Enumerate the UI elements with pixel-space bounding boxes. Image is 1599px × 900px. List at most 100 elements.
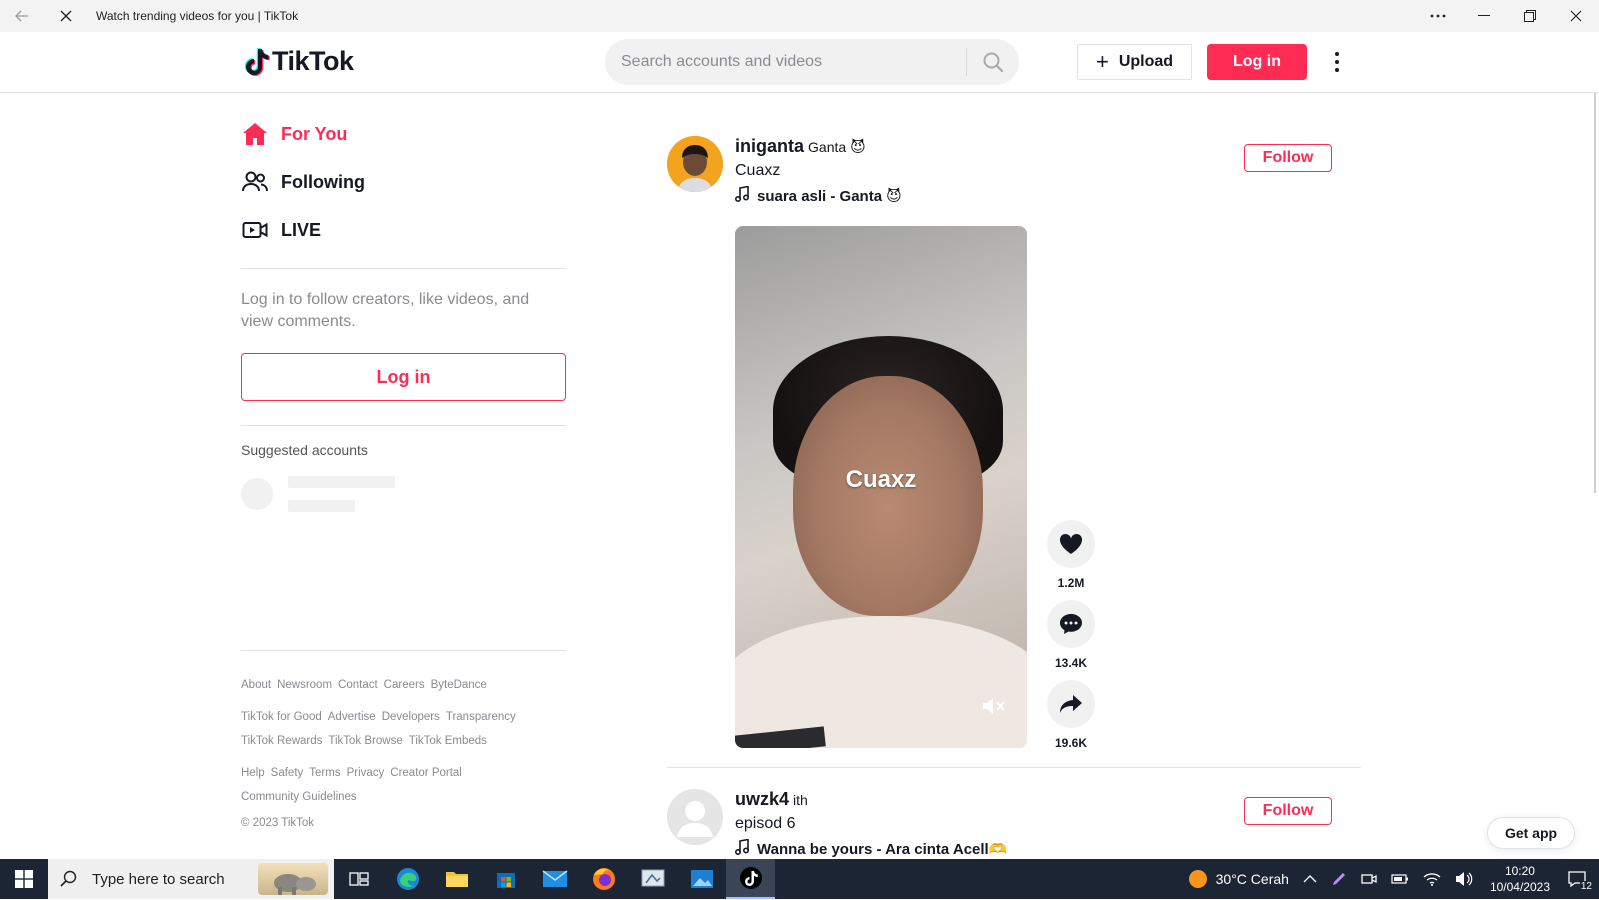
header-login-button[interactable]: Log in bbox=[1207, 44, 1307, 80]
footer-link[interactable]: Terms bbox=[309, 761, 340, 785]
search-input[interactable]: Search accounts and videos bbox=[605, 53, 966, 71]
footer-link[interactable]: Community Guidelines bbox=[241, 785, 357, 809]
clock-date: 10/04/2023 bbox=[1489, 880, 1550, 894]
footer-link[interactable]: About bbox=[241, 673, 271, 697]
close-button[interactable] bbox=[1553, 0, 1599, 32]
task-view-icon[interactable] bbox=[334, 859, 383, 899]
logo-wordmark: TikTok bbox=[272, 46, 354, 76]
sidebar-divider bbox=[241, 425, 566, 426]
footer-link[interactable]: TikTok Browse bbox=[328, 729, 402, 753]
post-caption: Cuaxz bbox=[735, 162, 781, 179]
restore-button[interactable] bbox=[1507, 0, 1553, 32]
footer-link[interactable]: Creator Portal bbox=[390, 761, 462, 785]
comment-button[interactable] bbox=[1047, 600, 1095, 648]
post-music-link[interactable]: Wanna be yours - Ara cinta Acell🫶 bbox=[734, 838, 1007, 859]
avatar[interactable] bbox=[667, 136, 723, 192]
more-menu-icon[interactable] bbox=[1325, 48, 1349, 76]
weather-widget[interactable]: 30°C Cerah bbox=[1188, 869, 1289, 889]
like-count: 1.2M bbox=[1057, 576, 1085, 590]
post-nickname[interactable]: ith bbox=[793, 792, 808, 808]
tiktok-logo[interactable]: TikTok bbox=[244, 46, 354, 77]
edge-browser-icon[interactable] bbox=[383, 859, 432, 899]
share-action: 19.6K bbox=[1047, 680, 1095, 750]
suggested-accounts-title: Suggested accounts bbox=[241, 442, 368, 458]
notification-center-icon[interactable]: 12 bbox=[1567, 870, 1593, 892]
windows-taskbar: Type here to search 30°C Cerah 10:20 10/… bbox=[0, 859, 1599, 899]
video-actions: 1.2M 13.4K 19.6K bbox=[1047, 520, 1095, 760]
footer-link[interactable]: TikTok Rewards bbox=[241, 729, 322, 753]
upload-button[interactable]: + Upload bbox=[1077, 44, 1192, 80]
page-scrollbar[interactable] bbox=[1594, 93, 1596, 493]
chevron-up-icon bbox=[1303, 875, 1317, 883]
nav-live-label: LIVE bbox=[281, 219, 322, 240]
photos-icon[interactable] bbox=[677, 859, 726, 899]
share-button[interactable] bbox=[1047, 680, 1095, 728]
window-titlebar: Watch trending videos for you | TikTok bbox=[0, 0, 1599, 32]
footer-links-row: About Newsroom Contact Careers ByteDance bbox=[241, 673, 566, 697]
sidebar-login-button[interactable]: Log in bbox=[241, 353, 566, 401]
footer-link[interactable]: Privacy bbox=[347, 761, 385, 785]
nav-live[interactable]: LIVE bbox=[241, 206, 566, 254]
footer-links-row: Community Guidelines bbox=[241, 785, 566, 809]
more-options-icon[interactable] bbox=[1415, 0, 1461, 32]
notification-count: 12 bbox=[1579, 881, 1593, 892]
search-icon bbox=[60, 870, 77, 887]
post-music-link[interactable]: suara asli - Ganta 😈 bbox=[734, 185, 902, 206]
video-player[interactable]: Cuaxz bbox=[735, 226, 1027, 748]
footer-link[interactable]: TikTok for Good bbox=[241, 705, 322, 729]
like-button[interactable] bbox=[1047, 520, 1095, 568]
file-explorer-icon[interactable] bbox=[432, 859, 481, 899]
post-username[interactable]: uwzk4 bbox=[735, 789, 789, 810]
footer-link[interactable]: Transparency bbox=[446, 705, 516, 729]
nav-for-you[interactable]: For You bbox=[241, 110, 566, 158]
plus-icon: + bbox=[1095, 49, 1109, 74]
microsoft-store-icon[interactable] bbox=[481, 859, 530, 899]
live-icon bbox=[241, 216, 269, 244]
pen-icon[interactable] bbox=[1331, 871, 1347, 887]
footer-link[interactable]: Careers bbox=[384, 673, 425, 697]
taskbar-search[interactable]: Type here to search bbox=[48, 859, 334, 899]
battery-icon[interactable] bbox=[1391, 873, 1409, 885]
nickname-emoji: 😈 bbox=[850, 139, 866, 156]
show-hidden-icons[interactable] bbox=[1303, 874, 1317, 884]
footer-link[interactable]: Advertise bbox=[328, 705, 376, 729]
wifi-icon[interactable] bbox=[1423, 871, 1441, 887]
search-highlight-image bbox=[258, 863, 328, 895]
tiktok-app-icon[interactable] bbox=[726, 859, 775, 899]
snipping-tool-icon[interactable] bbox=[628, 859, 677, 899]
post-username[interactable]: iniganta bbox=[735, 136, 804, 157]
footer-link[interactable]: ByteDance bbox=[431, 673, 487, 697]
mute-icon[interactable] bbox=[981, 696, 1007, 716]
mail-icon[interactable] bbox=[530, 859, 579, 899]
follow-button[interactable]: Follow bbox=[1244, 797, 1332, 825]
video-frame-face bbox=[793, 376, 983, 616]
avatar[interactable] bbox=[667, 789, 723, 845]
footer-link[interactable]: Contact bbox=[338, 673, 378, 697]
follow-button[interactable]: Follow bbox=[1244, 144, 1332, 172]
meet-now-icon[interactable] bbox=[1361, 871, 1377, 887]
footer-link[interactable]: Safety bbox=[271, 761, 304, 785]
site-header: TikTok Search accounts and videos + Uplo… bbox=[0, 32, 1599, 93]
back-button[interactable] bbox=[0, 0, 44, 32]
footer-link[interactable]: TikTok Embeds bbox=[409, 729, 487, 753]
minimize-button[interactable] bbox=[1461, 0, 1507, 32]
stop-loading-button[interactable] bbox=[44, 0, 88, 32]
get-app-button[interactable]: Get app bbox=[1487, 817, 1575, 849]
sidebar-footer: About Newsroom Contact Careers ByteDance… bbox=[241, 650, 566, 829]
nav-following[interactable]: Following bbox=[241, 158, 566, 206]
volume-icon[interactable] bbox=[1455, 871, 1473, 887]
search-button[interactable] bbox=[967, 39, 1019, 85]
firefox-icon[interactable] bbox=[579, 859, 628, 899]
footer-link[interactable]: Help bbox=[241, 761, 265, 785]
taskbar-search-input[interactable]: Type here to search bbox=[92, 871, 225, 888]
search-bar[interactable]: Search accounts and videos bbox=[605, 39, 1019, 85]
footer-link[interactable]: Newsroom bbox=[277, 673, 332, 697]
copyright-text: © 2023 TikTok bbox=[241, 817, 315, 829]
weather-text: 30°C Cerah bbox=[1215, 871, 1289, 887]
start-button[interactable] bbox=[0, 859, 48, 899]
post-nickname[interactable]: Ganta bbox=[808, 139, 846, 155]
upload-label: Upload bbox=[1118, 53, 1174, 70]
system-clock[interactable]: 10:20 10/04/2023 bbox=[1490, 863, 1550, 895]
footer-link[interactable]: Developers bbox=[382, 705, 440, 729]
heart-icon bbox=[1059, 533, 1083, 554]
